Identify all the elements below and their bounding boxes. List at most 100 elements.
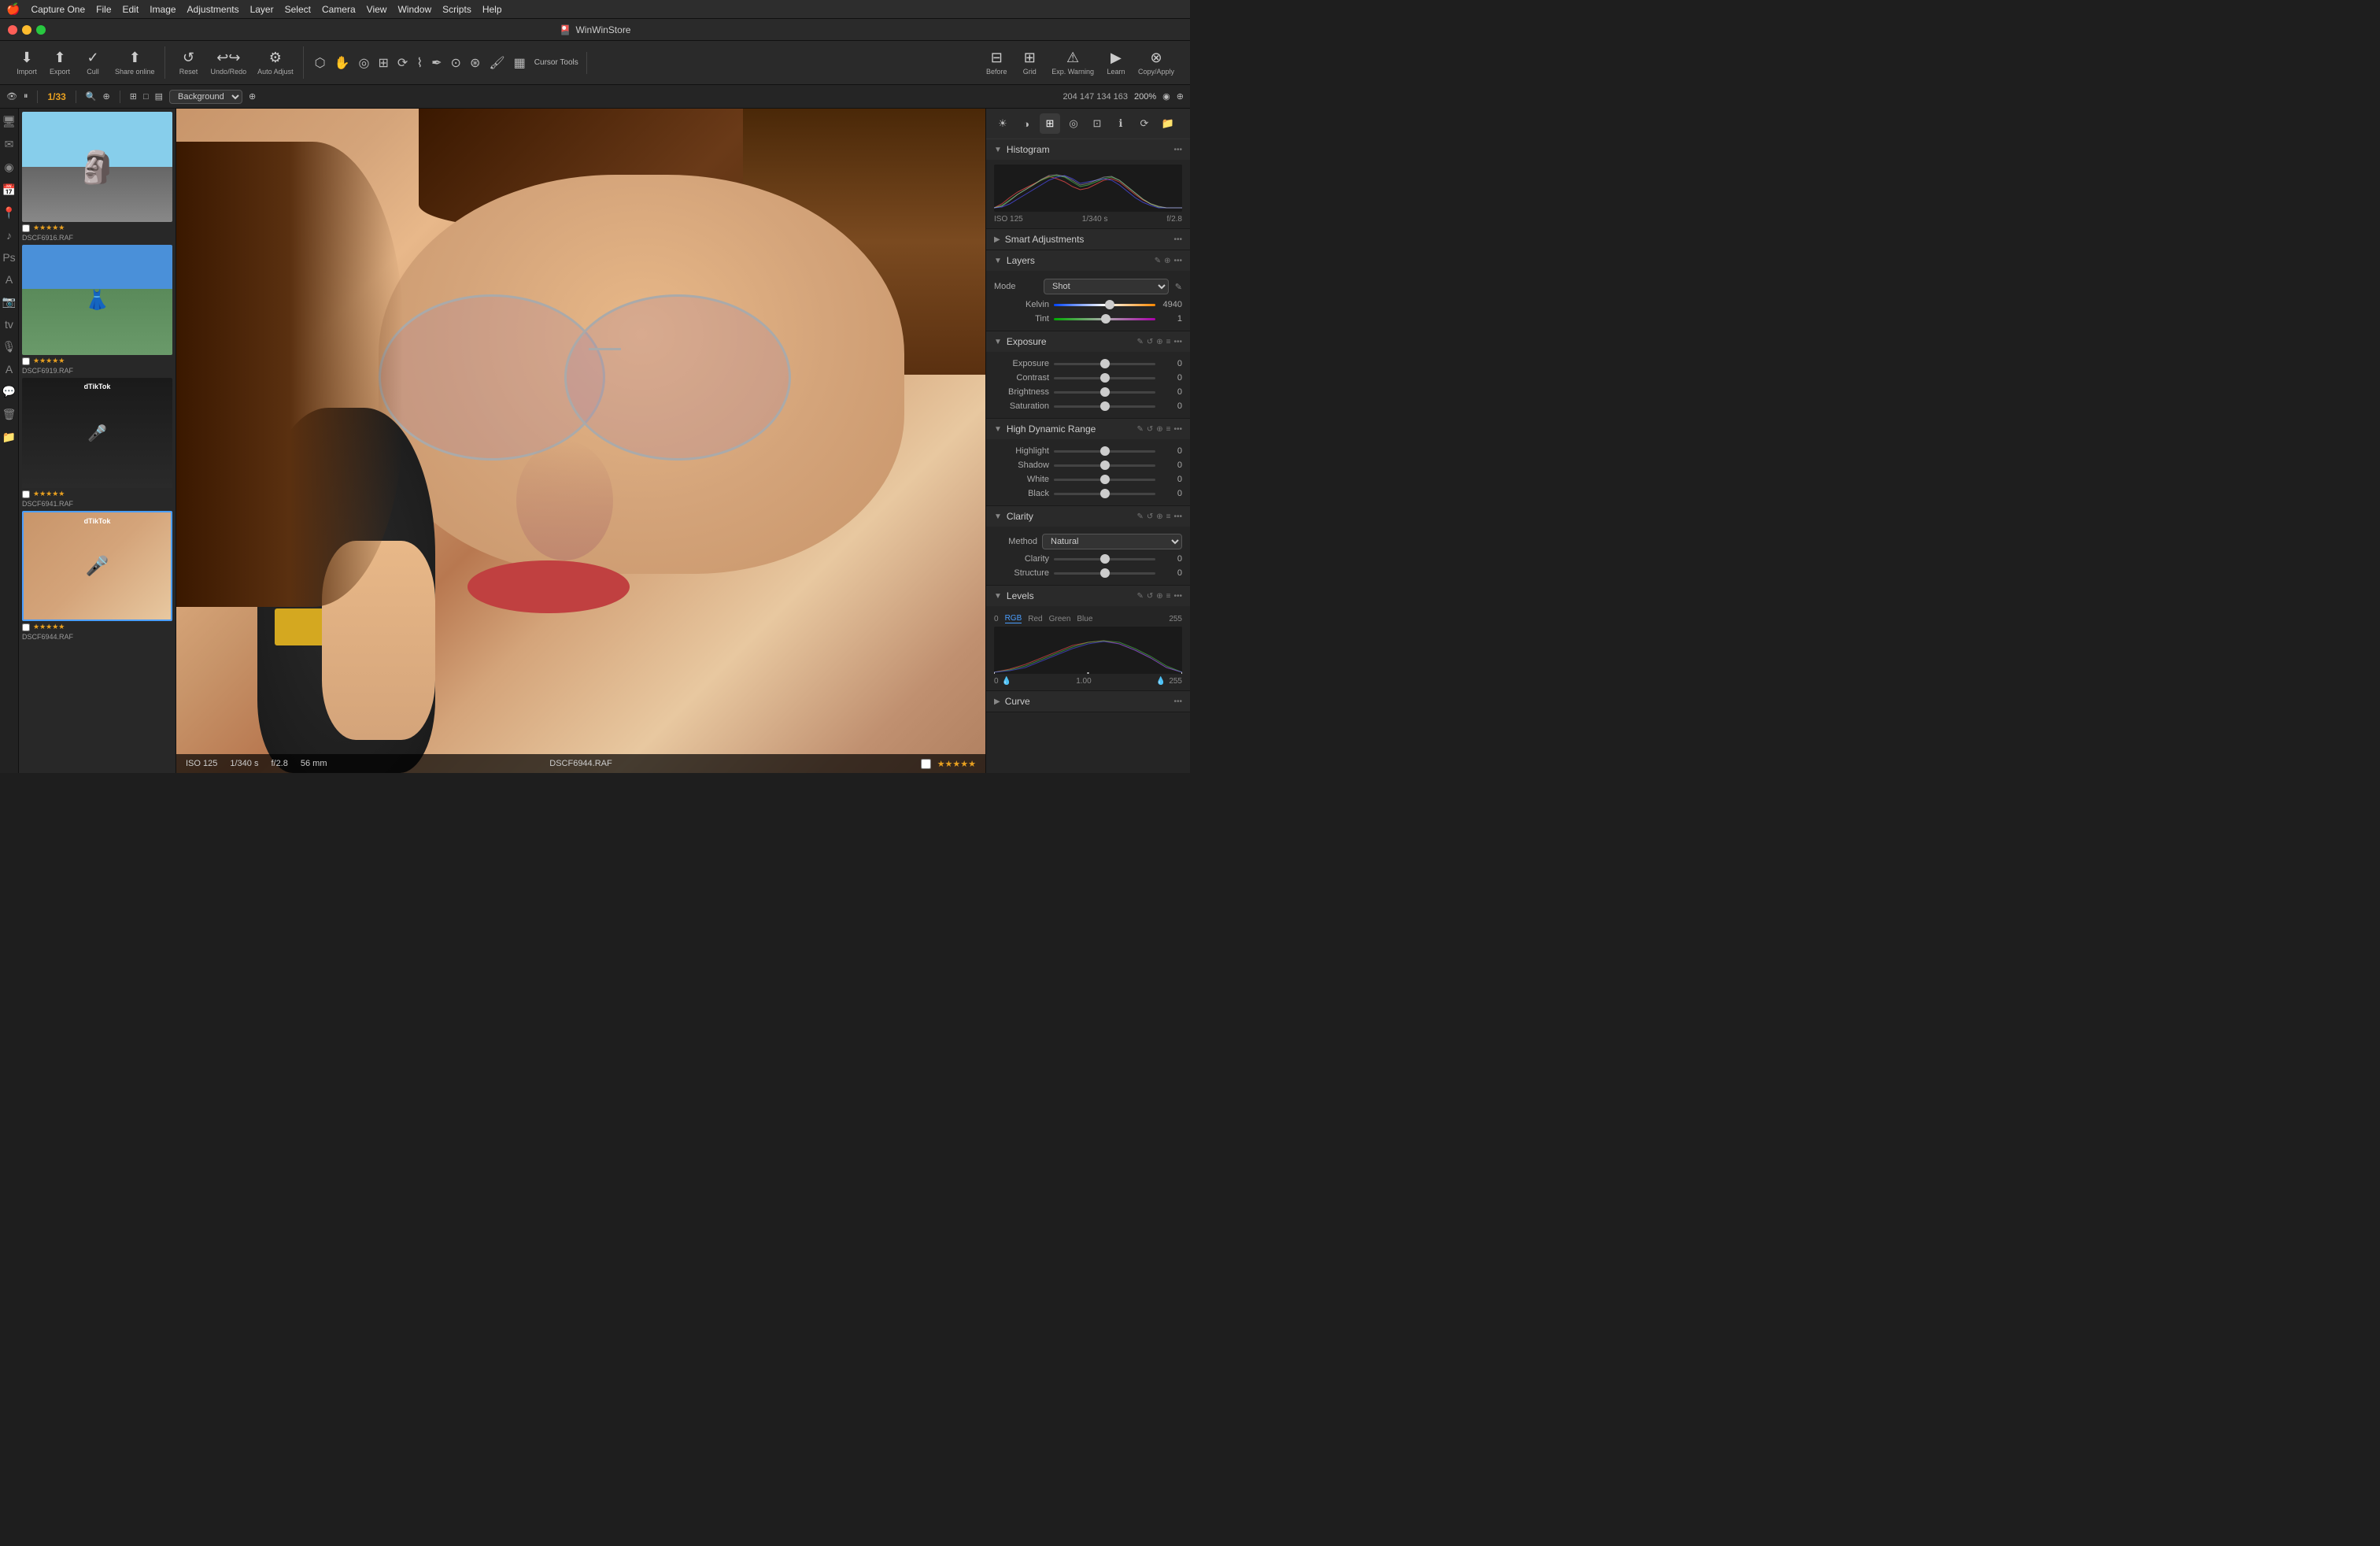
menu-view[interactable]: View: [367, 4, 387, 15]
levels-tab-red[interactable]: Red: [1028, 615, 1042, 623]
compare-toggle[interactable]: ⏸: [24, 91, 28, 102]
thumb-checkbox-1[interactable]: [22, 224, 30, 232]
tool-exposure-icon[interactable]: ☀: [992, 113, 1013, 134]
thumbnail-3[interactable]: dTikTok 🎤 ★★★★★ DSCF6941.RAF: [22, 378, 172, 508]
import-button[interactable]: ⬇ Import: [11, 46, 42, 79]
dock-messages-icon[interactable]: 💬: [2, 385, 16, 398]
undo-redo-button[interactable]: ↩↪ Undo/Redo: [206, 46, 252, 79]
curve-header[interactable]: ▶ Curve •••: [986, 691, 1190, 712]
dock-music-icon[interactable]: ♪: [6, 229, 12, 242]
menu-edit[interactable]: Edit: [123, 4, 139, 15]
dock-facetime-icon[interactable]: 📷: [2, 295, 16, 309]
menu-file[interactable]: File: [96, 4, 111, 15]
kelvin-thumb[interactable]: [1105, 300, 1114, 309]
dock-calendar-icon[interactable]: 📅: [2, 183, 16, 197]
shadow-slider[interactable]: [1054, 464, 1155, 467]
clarity-thumb[interactable]: [1100, 554, 1110, 564]
mode-edit-btn[interactable]: ✎: [1175, 282, 1182, 292]
contrast-thumb[interactable]: [1100, 373, 1110, 383]
dock-appletv-icon[interactable]: tv: [5, 318, 13, 331]
auto-adjust-button[interactable]: ⚙ Auto Adjust: [253, 46, 298, 79]
saturation-thumb[interactable]: [1100, 401, 1110, 411]
kelvin-slider[interactable]: [1054, 304, 1155, 306]
structure-slider[interactable]: [1054, 572, 1155, 575]
exposure-header[interactable]: ▼ Exposure ✎ ↺ ⊕ ≡ •••: [986, 331, 1190, 352]
exp-menu-icon[interactable]: ≡: [1166, 338, 1171, 346]
cursor-clone-icon[interactable]: ⊙: [448, 52, 464, 74]
layers-header[interactable]: ▼ Layers ✎ ⊕ •••: [986, 250, 1190, 271]
tool-details-icon[interactable]: ⊞: [1040, 113, 1060, 134]
menu-camera[interactable]: Camera: [322, 4, 356, 15]
grid-button[interactable]: ⊞ Grid: [1014, 46, 1045, 79]
contrast-slider[interactable]: [1054, 377, 1155, 379]
hdr-edit-icon[interactable]: ✎: [1136, 425, 1143, 434]
clarity-reset-icon[interactable]: ↺: [1147, 512, 1153, 521]
add-layer-button[interactable]: ⊕: [249, 91, 256, 102]
apple-menu[interactable]: 🍎: [6, 2, 20, 16]
tool-history-icon[interactable]: ⟳: [1134, 113, 1155, 134]
exposure-thumb[interactable]: [1100, 359, 1110, 368]
cursor-pen-icon[interactable]: ✒: [428, 52, 445, 74]
before-button[interactable]: ⊟ Before: [981, 46, 1012, 79]
levels-more-icon[interactable]: •••: [1173, 592, 1182, 601]
dock-amphetamine-icon[interactable]: A: [6, 363, 13, 375]
tint-thumb[interactable]: [1101, 314, 1111, 324]
filmstrip-view-button[interactable]: ▤: [155, 91, 163, 102]
maximize-button[interactable]: [36, 25, 46, 35]
levels-edit-icon[interactable]: ✎: [1136, 592, 1143, 601]
method-select[interactable]: Natural: [1042, 534, 1182, 549]
clarity-edit-icon[interactable]: ✎: [1136, 512, 1143, 521]
close-button[interactable]: [8, 25, 17, 35]
export-button[interactable]: ⬆ Export: [44, 46, 76, 79]
tool-composition-icon[interactable]: ⊡: [1087, 113, 1107, 134]
smart-adj-more-icon[interactable]: •••: [1173, 235, 1182, 244]
levels-reset-icon[interactable]: ↺: [1147, 592, 1153, 601]
levels-menu-icon[interactable]: ≡: [1166, 592, 1171, 601]
thumbnail-1[interactable]: 🗿 ★★★★★ DSCF6916.RAF: [22, 112, 172, 242]
reset-button[interactable]: ↺ Reset: [173, 46, 205, 79]
shadow-thumb[interactable]: [1100, 460, 1110, 470]
menu-select[interactable]: Select: [285, 4, 311, 15]
cursor-rotate-icon[interactable]: ⟳: [394, 52, 411, 74]
dock-mail-icon[interactable]: ✉: [5, 138, 14, 151]
cursor-gradient-icon[interactable]: ▦: [511, 52, 529, 74]
dock-folder-icon[interactable]: 📁: [2, 431, 16, 444]
hdr-copy-icon[interactable]: ⊕: [1156, 425, 1162, 434]
clarity-copy-icon[interactable]: ⊕: [1156, 512, 1162, 521]
hdr-header[interactable]: ▼ High Dynamic Range ✎ ↺ ⊕ ≡ •••: [986, 419, 1190, 439]
tint-slider[interactable]: [1054, 318, 1155, 320]
clarity-slider[interactable]: [1054, 558, 1155, 560]
black-thumb[interactable]: [1100, 489, 1110, 498]
copy-apply-button[interactable]: ⊗ Copy/Apply: [1133, 46, 1179, 79]
cull-button[interactable]: ✓ Cull: [77, 46, 109, 79]
histogram-header[interactable]: ▼ Histogram •••: [986, 139, 1190, 160]
tag-button[interactable]: ⊕: [103, 91, 110, 102]
histogram-more-icon[interactable]: •••: [1173, 146, 1182, 154]
tool-color-icon[interactable]: ◑: [1016, 113, 1037, 134]
dock-contacts-icon[interactable]: A: [6, 273, 13, 286]
learn-button[interactable]: ▶ Learn: [1100, 46, 1132, 79]
exp-more-icon[interactable]: •••: [1173, 338, 1182, 346]
exp-warning-button[interactable]: ⚠ Exp. Warning: [1047, 46, 1099, 79]
tool-lens-icon[interactable]: ◎: [1063, 113, 1084, 134]
levels-tab-green[interactable]: Green: [1049, 615, 1071, 623]
dock-ps-icon[interactable]: Ps: [2, 251, 15, 264]
layers-edit-icon[interactable]: ✎: [1155, 257, 1161, 265]
photo-flag-checkbox[interactable]: [921, 759, 931, 769]
levels-copy-icon[interactable]: ⊕: [1156, 592, 1162, 601]
photo-canvas[interactable]: [176, 109, 985, 773]
white-slider[interactable]: [1054, 479, 1155, 481]
highlight-thumb[interactable]: [1100, 446, 1110, 456]
dock-chrome-icon[interactable]: ◉: [4, 161, 13, 174]
menu-scripts[interactable]: Scripts: [442, 4, 471, 15]
thumbnail-2[interactable]: 👗 ★★★★★ DSCF6919.RAF: [22, 245, 172, 375]
hdr-reset-icon[interactable]: ↺: [1147, 425, 1153, 434]
exposure-slider[interactable]: [1054, 363, 1155, 365]
smart-adjustments-header[interactable]: ▶ Smart Adjustments •••: [986, 229, 1190, 250]
cursor-heal-icon[interactable]: ⊛: [467, 52, 483, 74]
cursor-brush-icon[interactable]: 🖌: [486, 52, 508, 74]
cursor-crop-icon[interactable]: ⊞: [375, 52, 392, 74]
hdr-more-icon[interactable]: •••: [1173, 425, 1182, 434]
saturation-slider[interactable]: [1054, 405, 1155, 408]
thumbnail-4[interactable]: dTikTok 🎤 ★★★★★ DSCF6944.RAF: [22, 511, 172, 641]
